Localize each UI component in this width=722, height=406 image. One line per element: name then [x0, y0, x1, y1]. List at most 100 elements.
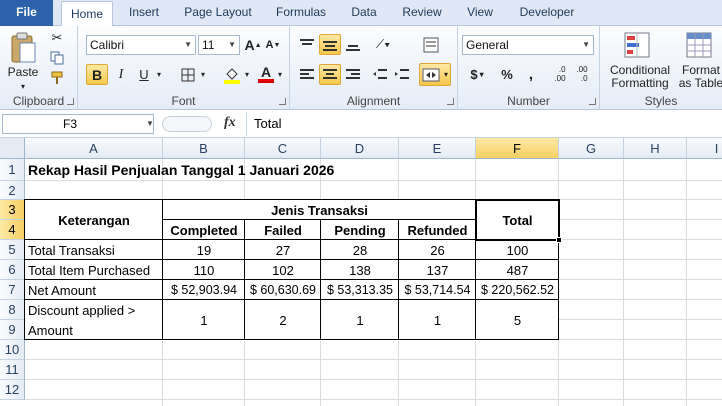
table-cell[interactable]: 1 — [163, 300, 245, 340]
number-launcher-icon[interactable] — [589, 98, 596, 105]
table-cell[interactable]: $ 60,630.69 — [245, 280, 321, 300]
table-cell-total[interactable]: 100 — [476, 240, 559, 260]
paste-button[interactable]: Paste — [4, 66, 42, 79]
row-header-9[interactable]: 9 — [0, 320, 25, 340]
font-launcher-icon[interactable] — [279, 98, 286, 105]
table-cell[interactable]: 2 — [245, 300, 321, 340]
name-box-dropdown-icon[interactable]: ▼ — [146, 119, 154, 128]
wrap-text-icon[interactable] — [418, 34, 444, 55]
table-cell[interactable]: 110 — [163, 260, 245, 280]
font-color-button[interactable]: A — [256, 62, 276, 86]
row-header-1[interactable]: 1 — [0, 159, 25, 181]
decrease-decimal-button[interactable]: .00 .0 — [572, 62, 592, 86]
worksheet-grid[interactable]: A B C D E F G H I 1 2 3 4 5 6 7 8 9 10 1… — [0, 138, 722, 406]
header-keterangan[interactable]: Keterangan — [25, 200, 163, 240]
fill-color-dropdown-icon[interactable]: ▾ — [243, 64, 251, 85]
tab-insert[interactable]: Insert — [118, 0, 170, 26]
currency-button[interactable]: $ ▾ — [464, 64, 490, 85]
borders-icon[interactable] — [178, 64, 198, 85]
subheader-pending[interactable]: Pending — [321, 220, 399, 240]
underline-button[interactable]: U — [134, 64, 154, 85]
column-header-f[interactable]: F — [476, 138, 559, 159]
paste-icon[interactable] — [6, 30, 40, 66]
tab-review[interactable]: Review — [396, 0, 448, 26]
format-painter-icon[interactable] — [48, 70, 66, 86]
table-cell[interactable]: 27 — [245, 240, 321, 260]
table-cell-total[interactable]: 487 — [476, 260, 559, 280]
row-header-7[interactable]: 7 — [0, 280, 25, 300]
column-header-e[interactable]: E — [399, 138, 476, 159]
table-cell[interactable]: $ 53,313.35 — [321, 280, 399, 300]
row-label-total-item-purchased[interactable]: Total Item Purchased — [25, 260, 163, 280]
column-header-h[interactable]: H — [624, 138, 687, 159]
column-header-g[interactable]: G — [559, 138, 624, 159]
orientation-icon[interactable]: ⟋▾ — [370, 34, 396, 55]
decrease-indent-icon[interactable] — [370, 64, 390, 85]
formula-input[interactable]: Total — [254, 116, 281, 131]
tab-data[interactable]: Data — [344, 0, 384, 26]
formula-bar-resize-handle[interactable] — [162, 116, 212, 132]
cut-icon[interactable]: ✂ — [48, 30, 66, 46]
increase-indent-icon[interactable] — [392, 64, 412, 85]
table-cell[interactable]: 26 — [399, 240, 476, 260]
column-header-i[interactable]: I — [687, 138, 722, 159]
italic-button[interactable]: I — [111, 64, 131, 85]
conditional-formatting-icon[interactable] — [622, 30, 652, 60]
comma-button[interactable]: , — [520, 64, 542, 85]
table-cell-total[interactable]: 5 — [476, 300, 559, 340]
increase-decimal-button[interactable]: .0 .00 — [550, 62, 570, 86]
sheet-title-cell[interactable]: Rekap Hasil Penjualan Tanggal 1 Januari … — [25, 159, 334, 181]
font-size-combo[interactable]: 11 ▼ — [198, 35, 240, 55]
table-cell[interactable]: 102 — [245, 260, 321, 280]
number-format-combo[interactable]: General ▼ — [462, 35, 594, 55]
header-jenis-transaksi[interactable]: Jenis Transaksi — [163, 200, 476, 220]
tab-file[interactable]: File — [0, 0, 53, 26]
tab-home[interactable]: Home — [61, 1, 113, 27]
conditional-formatting-button[interactable]: Conditional Formatting — [602, 64, 678, 90]
table-cell[interactable]: 1 — [399, 300, 476, 340]
table-cell[interactable]: $ 53,714.54 — [399, 280, 476, 300]
name-box[interactable]: F3 — [2, 114, 154, 134]
row-label-net-amount[interactable]: Net Amount — [25, 280, 163, 300]
row-header-5[interactable]: 5 — [0, 240, 25, 260]
tab-formulas[interactable]: Formulas — [268, 0, 334, 26]
fill-color-icon[interactable] — [221, 64, 243, 85]
column-header-a[interactable]: A — [25, 138, 163, 159]
merge-center-icon[interactable]: ▾ — [419, 63, 451, 86]
subheader-completed[interactable]: Completed — [163, 220, 245, 240]
alignment-launcher-icon[interactable] — [447, 98, 454, 105]
row-header-6[interactable]: 6 — [0, 260, 25, 280]
row-header-8[interactable]: 8 — [0, 300, 25, 320]
subheader-failed[interactable]: Failed — [245, 220, 321, 240]
shrink-font-button[interactable]: A ▼ — [264, 35, 282, 55]
align-center-icon[interactable] — [319, 64, 341, 85]
table-cell[interactable]: $ 52,903.94 — [163, 280, 245, 300]
grow-font-button[interactable]: A ▲ — [244, 35, 262, 55]
row-label-total-transaksi[interactable]: Total Transaksi — [25, 240, 163, 260]
fill-handle[interactable] — [556, 237, 562, 243]
table-cell[interactable]: 138 — [321, 260, 399, 280]
subheader-refunded[interactable]: Refunded — [399, 220, 476, 240]
insert-function-icon[interactable]: fx — [224, 115, 236, 131]
borders-dropdown-icon[interactable]: ▾ — [198, 64, 208, 85]
percent-button[interactable]: % — [496, 64, 518, 85]
bold-button[interactable]: B — [86, 64, 108, 85]
row-header-12[interactable]: 12 — [0, 380, 25, 400]
column-header-b[interactable]: B — [163, 138, 245, 159]
row-header-2[interactable]: 2 — [0, 181, 25, 200]
column-header-c[interactable]: C — [245, 138, 321, 159]
table-cell-total[interactable]: $ 220,562.52 — [476, 280, 559, 300]
row-header-10[interactable]: 10 — [0, 340, 25, 360]
format-as-table-icon[interactable] — [684, 30, 714, 60]
row-header-4[interactable]: 4 — [0, 220, 25, 240]
font-color-dropdown-icon[interactable]: ▾ — [276, 64, 284, 85]
align-top-icon[interactable] — [296, 34, 318, 55]
format-as-table-button[interactable]: Format as Table — [674, 64, 722, 90]
table-cell[interactable]: 19 — [163, 240, 245, 260]
row-label-discount-line-2[interactable]: Amount — [25, 320, 163, 340]
align-right-icon[interactable] — [342, 64, 364, 85]
header-total[interactable]: Total — [476, 200, 559, 240]
column-header-d[interactable]: D — [321, 138, 399, 159]
row-header-11[interactable]: 11 — [0, 360, 25, 380]
copy-icon[interactable] — [48, 50, 66, 66]
